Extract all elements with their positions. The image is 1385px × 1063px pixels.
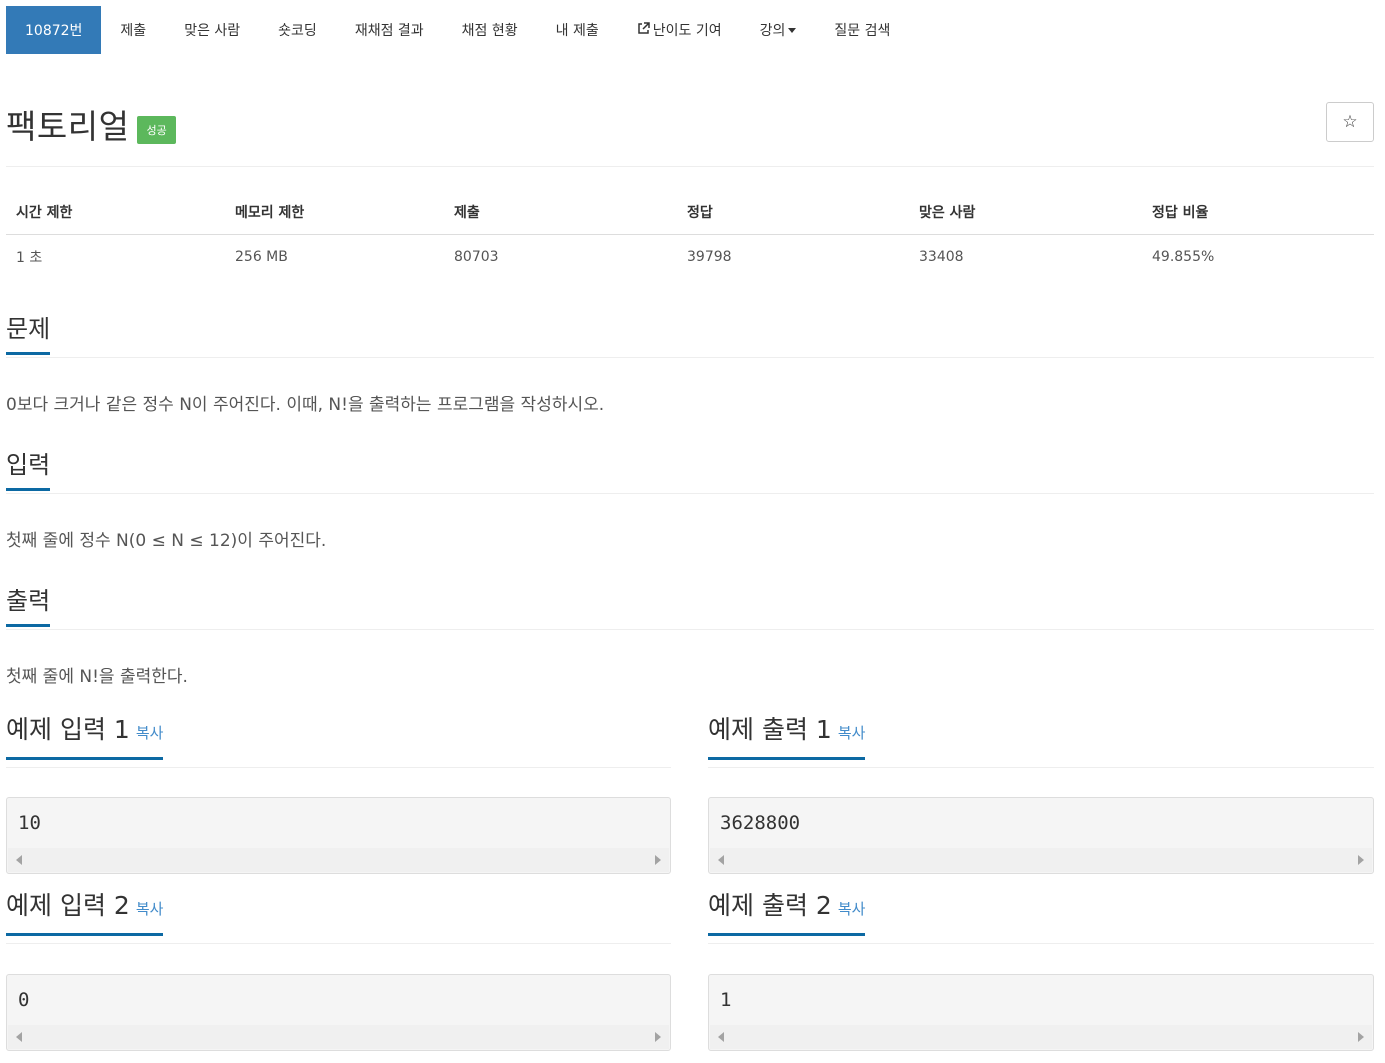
copy-sample-output-2-link[interactable]: 복사 (838, 900, 866, 918)
tab-my-submissions[interactable]: 내 제출 (537, 6, 618, 54)
tab-lectures-dropdown[interactable]: 강의 (741, 6, 816, 54)
table-header: 제출 (444, 192, 677, 235)
title-row: 팩토리얼 성공 (6, 100, 176, 148)
sample-input-2-header: 예제 입력 2 복사 (6, 890, 671, 944)
sample-input-1-title: 예제 입력 1 (6, 715, 130, 744)
output-description: 첫째 줄에 N!을 출력한다. (6, 667, 188, 687)
sample-output-2-title: 예제 출력 2 (708, 891, 832, 920)
scroll-left-icon[interactable] (718, 855, 724, 865)
sample-input-1-box: 10 (6, 797, 671, 874)
star-icon: ☆ (1342, 112, 1358, 132)
scroll-right-icon[interactable] (1358, 1032, 1364, 1042)
sample-output-1-box: 3628800 (708, 797, 1374, 874)
sample-input-2-title-wrap: 예제 입력 2 복사 (6, 890, 164, 936)
output-section-header: 출력 (6, 586, 1374, 630)
sample-input-2-value: 0 (18, 989, 30, 1011)
copy-sample-input-1-link[interactable]: 복사 (136, 724, 164, 742)
table-cell: 256 MB (235, 249, 288, 265)
table-header: 메모리 제한 (225, 192, 444, 235)
problem-section-header: 문제 (6, 314, 1374, 358)
table-cell: 80703 (454, 249, 499, 265)
table-cell: 33408 (919, 249, 964, 265)
sample-output-1-title: 예제 출력 1 (708, 715, 832, 744)
scroll-right-icon[interactable] (655, 855, 661, 865)
sample-output-2-box: 1 (708, 974, 1374, 1051)
scroll-right-icon[interactable] (655, 1032, 661, 1042)
output-section-title: 출력 (6, 586, 51, 627)
favorite-star-button[interactable]: ☆ (1326, 102, 1374, 142)
scroll-left-icon[interactable] (16, 855, 22, 865)
sample-input-1-header: 예제 입력 1 복사 (6, 714, 671, 768)
table-cell: 39798 (687, 249, 732, 265)
input-section-title: 입력 (6, 450, 51, 491)
copy-sample-input-2-link[interactable]: 복사 (136, 900, 164, 918)
sample-output-2-header: 예제 출력 2 복사 (708, 890, 1374, 944)
table-row: 1 초 256 MB 80703 39798 33408 49.855% (6, 235, 1374, 280)
tab-lectures-label: 강의 (759, 23, 786, 39)
sample-output-1-header: 예제 출력 1 복사 (708, 714, 1374, 768)
horizontal-scrollbar[interactable] (710, 848, 1372, 872)
tab-question-search[interactable]: 질문 검색 (815, 6, 909, 54)
copy-sample-output-1-link[interactable]: 복사 (838, 724, 866, 742)
tab-problem-number[interactable]: 10872번 (6, 6, 102, 54)
sample-output-2-value: 1 (720, 989, 732, 1011)
horizontal-scrollbar[interactable] (710, 1025, 1372, 1049)
table-header: 맞은 사람 (909, 192, 1142, 235)
tab-accepted-users[interactable]: 맞은 사람 (165, 6, 259, 54)
tab-difficulty-label: 난이도 기여 (652, 23, 722, 39)
problem-section-title: 문제 (6, 314, 51, 355)
input-section-header: 입력 (6, 450, 1374, 494)
problem-info-table: 시간 제한 메모리 제한 제출 정답 맞은 사람 정답 비율 1 초 256 M… (6, 192, 1374, 279)
status-badge: 성공 (137, 116, 176, 144)
horizontal-scrollbar[interactable] (8, 1025, 669, 1049)
sample-output-2-title-wrap: 예제 출력 2 복사 (708, 890, 866, 936)
table-header: 시간 제한 (6, 192, 225, 235)
sample-input-1-title-wrap: 예제 입력 1 복사 (6, 714, 164, 760)
tab-difficulty-contribution[interactable]: 난이도 기여 (618, 6, 741, 54)
divider (6, 166, 1374, 167)
table-header: 정답 (677, 192, 909, 235)
page-title: 팩토리얼 (6, 107, 130, 146)
table-header-row: 시간 제한 메모리 제한 제출 정답 맞은 사람 정답 비율 (6, 192, 1374, 235)
input-description: 첫째 줄에 정수 N(0 ≤ N ≤ 12)이 주어진다. (6, 531, 327, 551)
external-link-icon (637, 21, 650, 39)
tab-rejudge-results[interactable]: 재채점 결과 (336, 6, 443, 54)
problem-nav-tabs: 10872번 제출 맞은 사람 숏코딩 재채점 결과 채점 현황 내 제출 난이… (6, 6, 909, 54)
table-header: 정답 비율 (1142, 192, 1374, 235)
sample-output-1-title-wrap: 예제 출력 1 복사 (708, 714, 866, 760)
table-cell: 1 초 (16, 250, 43, 266)
scroll-left-icon[interactable] (16, 1032, 22, 1042)
sample-input-1-value: 10 (18, 812, 41, 834)
tab-status[interactable]: 채점 현황 (443, 6, 537, 54)
sample-input-2-title: 예제 입력 2 (6, 891, 130, 920)
horizontal-scrollbar[interactable] (8, 848, 669, 872)
sample-output-1-value: 3628800 (720, 812, 801, 834)
scroll-left-icon[interactable] (718, 1032, 724, 1042)
sample-input-2-box: 0 (6, 974, 671, 1051)
tab-short-coding[interactable]: 숏코딩 (259, 6, 336, 54)
table-cell: 49.855% (1152, 249, 1215, 265)
tab-submit[interactable]: 제출 (101, 6, 165, 54)
problem-description: 0보다 크거나 같은 정수 N이 주어진다. 이때, N!을 출력하는 프로그램… (6, 395, 605, 415)
caret-down-icon (788, 27, 797, 33)
scroll-right-icon[interactable] (1358, 855, 1364, 865)
